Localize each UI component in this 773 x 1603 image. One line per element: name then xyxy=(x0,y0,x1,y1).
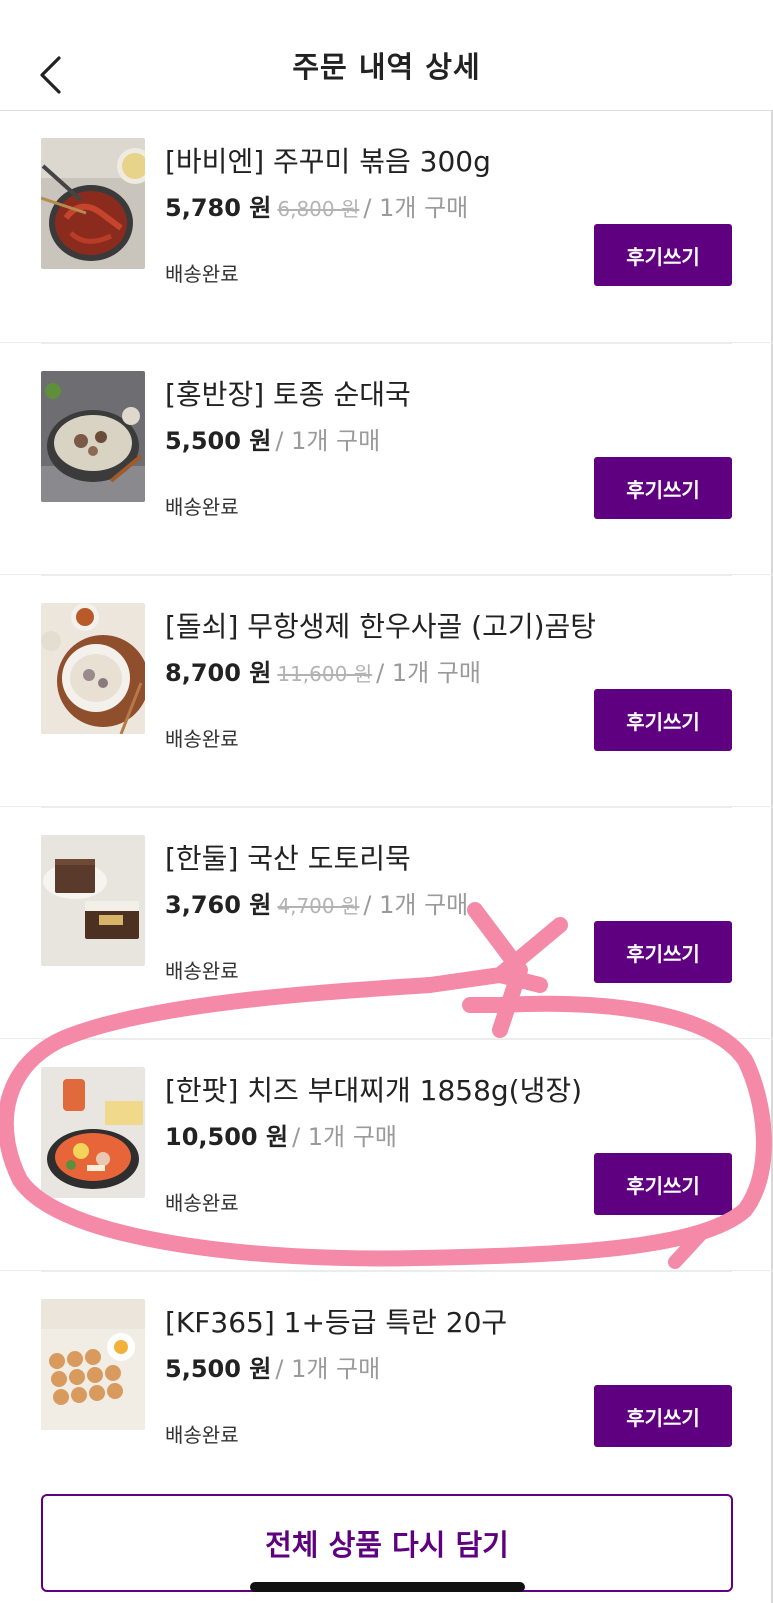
delivery-status: 배송완료 xyxy=(165,1191,239,1215)
sale-price: 10,500 원 xyxy=(165,1123,289,1151)
order-item: [한둘] 국산 도토리묵 3,760 원 4,700 원/ 1개 구매 배송완료 … xyxy=(0,806,773,1038)
write-review-button[interactable]: 후기쓰기 xyxy=(594,224,732,286)
sale-price: 3,760 원 xyxy=(165,891,272,919)
divider xyxy=(41,1039,732,1040)
product-name[interactable]: [바비엔] 주꾸미 볶음 300g xyxy=(165,140,491,180)
write-review-button[interactable]: 후기쓰기 xyxy=(594,1153,732,1215)
sale-price: 5,500 원 xyxy=(165,427,272,455)
write-review-button[interactable]: 후기쓰기 xyxy=(594,1385,732,1447)
sale-price: 5,500 원 xyxy=(165,1355,272,1383)
price-row: 5,500 원/ 1개 구매 xyxy=(165,1349,380,1384)
purchase-quantity: / 1개 구매 xyxy=(376,659,481,687)
divider xyxy=(41,575,732,576)
divider xyxy=(41,1271,732,1272)
write-review-button[interactable]: 후기쓰기 xyxy=(594,689,732,751)
page-title: 주문 내역 상세 xyxy=(292,50,481,84)
price-row: 5,780 원 6,800 원/ 1개 구매 xyxy=(165,188,468,223)
purchase-quantity: / 1개 구매 xyxy=(275,427,381,455)
product-name[interactable]: [한팟] 치즈 부대찌개 1858g(냉장) xyxy=(165,1069,582,1109)
purchase-quantity: / 1개 구매 xyxy=(292,1123,397,1151)
order-item: [돌쇠] 무항생제 한우사골 (고기)곰탕 8,700 원 11,600 원/ 1… xyxy=(0,574,773,806)
order-item: [홍반장] 토종 순대국 5,500 원/ 1개 구매 배송완료 후기쓰기 xyxy=(0,342,773,574)
product-thumbnail[interactable] xyxy=(41,603,145,734)
delivery-status: 배송완료 xyxy=(165,959,239,983)
price-row: 10,500 원/ 1개 구매 xyxy=(165,1117,397,1152)
product-name[interactable]: [한둘] 국산 도토리묵 xyxy=(165,837,411,877)
purchase-quantity: / 1개 구매 xyxy=(363,194,469,222)
delivery-status: 배송완료 xyxy=(165,495,239,519)
home-indicator xyxy=(250,1582,525,1592)
product-thumbnail[interactable] xyxy=(41,371,145,502)
page-header: 주문 내역 상세 xyxy=(0,0,773,111)
original-price: 6,800 원 xyxy=(277,197,360,221)
divider xyxy=(41,807,732,808)
original-price: 11,600 원 xyxy=(277,662,373,686)
order-item: [한팟] 치즈 부대찌개 1858g(냉장) 10,500 원/ 1개 구매 배… xyxy=(0,1038,773,1270)
write-review-button[interactable]: 후기쓰기 xyxy=(594,921,732,983)
order-item: [바비엔] 주꾸미 볶음 300g 5,780 원 6,800 원/ 1개 구매 … xyxy=(0,110,773,342)
purchase-quantity: / 1개 구매 xyxy=(275,1355,381,1383)
order-item: [KF365] 1+등급 특란 20구 5,500 원/ 1개 구매 배송완료 … xyxy=(0,1270,773,1502)
product-name[interactable]: [홍반장] 토종 순대국 xyxy=(165,373,411,413)
product-thumbnail[interactable] xyxy=(41,1067,145,1198)
original-price: 4,700 원 xyxy=(277,894,360,918)
sale-price: 8,700 원 xyxy=(165,659,272,687)
price-row: 5,500 원/ 1개 구매 xyxy=(165,421,380,456)
order-item-list: [바비엔] 주꾸미 볶음 300g 5,780 원 6,800 원/ 1개 구매 … xyxy=(0,110,773,1502)
sale-price: 5,780 원 xyxy=(165,194,272,222)
reorder-all-button[interactable]: 전체 상품 다시 담기 xyxy=(41,1494,733,1592)
delivery-status: 배송완료 xyxy=(165,727,239,751)
write-review-button[interactable]: 후기쓰기 xyxy=(594,457,732,519)
purchase-quantity: / 1개 구매 xyxy=(363,891,469,919)
delivery-status: 배송완료 xyxy=(165,1423,239,1447)
product-thumbnail[interactable] xyxy=(41,1299,145,1430)
price-row: 8,700 원 11,600 원/ 1개 구매 xyxy=(165,653,481,688)
divider xyxy=(41,343,732,344)
product-name[interactable]: [KF365] 1+등급 특란 20구 xyxy=(165,1301,507,1341)
delivery-status: 배송완료 xyxy=(165,262,239,286)
product-thumbnail[interactable] xyxy=(41,835,145,966)
product-thumbnail[interactable] xyxy=(41,138,145,269)
product-name[interactable]: [돌쇠] 무항생제 한우사골 (고기)곰탕 xyxy=(165,605,596,645)
price-row: 3,760 원 4,700 원/ 1개 구매 xyxy=(165,885,468,920)
